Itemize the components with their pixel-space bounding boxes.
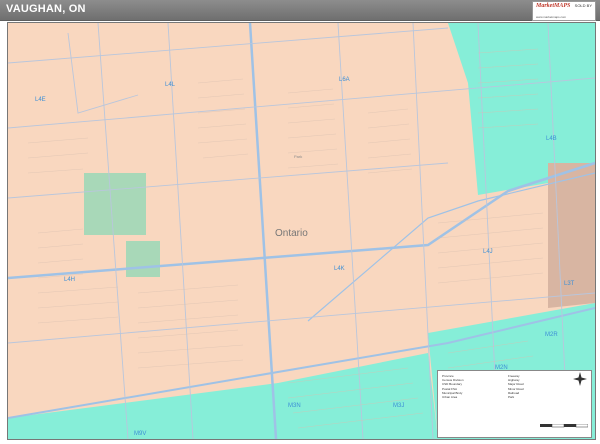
- map-frame: VAUGHAN, ON MarketMAPS SOLD BY www.marke…: [0, 0, 600, 444]
- legend-item: Park: [508, 395, 515, 400]
- postal-label-l4k: L4K: [334, 266, 345, 272]
- postal-label-l3t: L3T: [564, 281, 575, 287]
- legend-column-1: Province Census Division CSD Boundary Po…: [442, 374, 464, 399]
- park-2: [126, 241, 160, 277]
- postal-label-l4b: L4B: [546, 136, 557, 142]
- postal-label-l6a: L6A: [339, 77, 350, 83]
- title-bar: VAUGHAN, ON MarketMAPS SOLD BY www.marke…: [0, 0, 600, 21]
- brand-logo[interactable]: MarketMAPS SOLD BY www.marketmaps.com: [532, 1, 596, 21]
- postal-label-m3j: M3J: [393, 403, 404, 409]
- map-title: VAUGHAN, ON: [6, 3, 86, 15]
- map-center-label: Ontario: [275, 228, 308, 239]
- legend-column-2: Freeway Highway Major Road Minor Road Ra…: [508, 374, 524, 399]
- logo-wordmark: MarketMAPS: [536, 3, 571, 9]
- logo-sold-by: SOLD BY: [574, 3, 592, 8]
- postal-label-l4e: L4E: [35, 97, 46, 103]
- park-label: Park: [294, 154, 302, 159]
- park-1: [84, 173, 146, 235]
- legend-item: CSD Boundary: [442, 382, 463, 387]
- postal-label-l4j: L4J: [483, 249, 493, 255]
- scale-bar: [540, 424, 588, 428]
- postal-label-m9v: M9V: [134, 431, 146, 437]
- postal-label-l4h: L4H: [64, 277, 75, 283]
- logo-website: www.marketmaps.com: [536, 15, 567, 19]
- postal-label-m2r: M2R: [545, 332, 558, 338]
- legend-item: Major Road: [508, 382, 524, 387]
- postal-label-l4l: L4L: [165, 82, 176, 88]
- legend-item: Urban Area: [442, 395, 458, 400]
- compass-rose-icon: [573, 372, 587, 386]
- postal-label-m3n: M3N: [288, 403, 301, 409]
